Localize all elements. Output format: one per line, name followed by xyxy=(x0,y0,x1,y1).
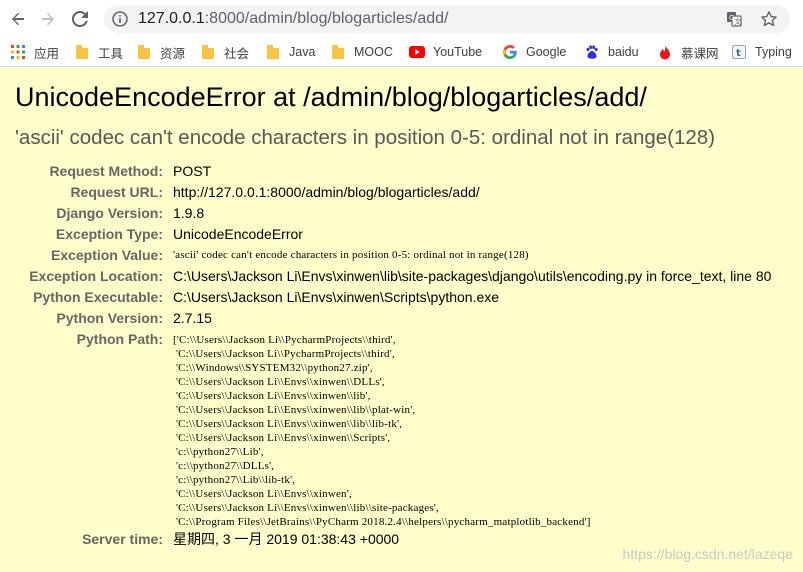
bookmark-folder-mooc[interactable]: MOOC xyxy=(330,42,393,62)
back-arrow-icon xyxy=(12,12,24,26)
bookmark-label: MOOC xyxy=(354,45,393,59)
meta-row-request-url: Request URL: http://127.0.0.1:8000/admin… xyxy=(12,182,771,203)
meta-value: POST xyxy=(173,163,212,179)
reload-button[interactable] xyxy=(68,7,92,31)
python-path-cell: ['C:\\Users\\Jackson Li\\PycharmProjects… xyxy=(173,329,771,529)
error-title: UnicodeEncodeError at /admin/blog/blogar… xyxy=(15,82,647,112)
bookmark-label: 资源 xyxy=(160,46,186,61)
meta-value: 2.7.15 xyxy=(173,310,212,326)
forward-button[interactable] xyxy=(36,7,60,31)
bookmark-label: 应用 xyxy=(34,46,60,61)
meta-label: Request Method: xyxy=(49,163,163,179)
meta-label: Server time: xyxy=(82,531,163,547)
bookmark-label: 工具 xyxy=(98,46,124,61)
folder-icon xyxy=(200,44,216,60)
meta-row-django-version: Django Version: 1.9.8 xyxy=(12,203,771,224)
request-meta-table: Request Method: POST Request URL: http:/… xyxy=(12,161,771,550)
meta-row-request-method: Request Method: POST xyxy=(12,161,771,182)
svg-text:t: t xyxy=(736,48,741,59)
meta-label: Exception Value: xyxy=(50,247,163,263)
browser-chrome: 127.0.0.1:8000/admin/blog/blogarticles/a… xyxy=(0,0,803,68)
error-subtitle: 'ascii' codec can't encode characters in… xyxy=(15,126,716,149)
bookmark-label: Google xyxy=(526,45,567,59)
meta-value: C:\Users\Jackson Li\Envs\xinwen\Scripts\… xyxy=(173,289,500,305)
bookmark-label: 社会 xyxy=(224,46,250,61)
meta-label: Python Executable: xyxy=(33,289,163,305)
meta-value: UnicodeEncodeError xyxy=(173,226,303,242)
meta-row-python-path: Python Path: ['C:\\Users\\Jackson Li\\Py… xyxy=(12,329,771,529)
svg-text:文: 文 xyxy=(734,17,741,26)
meta-value: 'ascii' codec can't encode characters in… xyxy=(173,249,529,261)
youtube-icon xyxy=(409,44,425,60)
meta-value: C:\Users\Jackson Li\Envs\xinwen\lib\site… xyxy=(173,268,772,284)
bookmark-label: Java xyxy=(289,45,316,59)
bookmark-typing[interactable]: t Typing xyxy=(731,42,792,62)
bookmark-label: Typing xyxy=(755,45,792,59)
meta-label: Python Version: xyxy=(56,310,163,326)
bookmark-folder-society[interactable]: 社会 xyxy=(200,42,249,62)
watermark: https://blog.csdn.net/lazeqe xyxy=(622,546,793,562)
baidu-paw-icon xyxy=(584,44,600,60)
meta-row-exception-location: Exception Location: C:\Users\Jackson Li\… xyxy=(12,266,771,287)
folder-icon xyxy=(330,44,346,60)
meta-label: Exception Type: xyxy=(55,226,163,242)
url-host: 127.0.0.1 xyxy=(138,10,205,27)
address-bar[interactable]: 127.0.0.1:8000/admin/blog/blogarticles/a… xyxy=(104,5,790,33)
reload-icon xyxy=(72,11,88,27)
bookmark-google[interactable]: Google xyxy=(502,42,566,62)
bookmark-label: YouTube xyxy=(433,45,483,59)
django-error-page: UnicodeEncodeError at /admin/blog/blogar… xyxy=(0,68,803,572)
meta-row-exception-value: Exception Value: 'ascii' codec can't enc… xyxy=(12,245,771,266)
folder-icon xyxy=(265,44,281,60)
back-button[interactable] xyxy=(6,7,30,31)
translate-icon[interactable]: G文 xyxy=(726,11,742,32)
meta-value: http://127.0.0.1:8000/admin/blog/blogart… xyxy=(173,184,480,200)
imooc-flame-icon xyxy=(657,44,673,60)
google-icon xyxy=(502,44,518,60)
meta-label: Python Path: xyxy=(76,331,163,347)
url-path: :8000/admin/blog/blogarticles/add/ xyxy=(204,10,449,27)
bookmark-youtube[interactable]: YouTube xyxy=(409,42,482,62)
url-text[interactable]: 127.0.0.1:8000/admin/blog/blogarticles/a… xyxy=(138,10,448,28)
bookmark-folder-tools[interactable]: 工具 xyxy=(74,42,123,62)
meta-row-python-version: Python Version: 2.7.15 xyxy=(12,308,771,329)
bookmark-label: 慕课网 xyxy=(681,46,719,61)
info-icon[interactable] xyxy=(112,11,128,32)
bookmark-folder-resources[interactable]: 资源 xyxy=(136,42,185,62)
meta-label: Request URL: xyxy=(70,184,163,200)
bookmark-apps[interactable]: 应用 xyxy=(10,42,59,62)
bookmark-star-icon[interactable] xyxy=(760,10,778,33)
typing-icon: t xyxy=(731,44,747,60)
meta-row-python-executable: Python Executable: C:\Users\Jackson Li\E… xyxy=(12,287,771,308)
bookmark-folder-java[interactable]: Java xyxy=(265,42,315,62)
apps-grid-icon xyxy=(10,44,26,60)
folder-icon xyxy=(136,44,152,60)
meta-value: 1.9.8 xyxy=(173,205,205,221)
bookmark-baidu[interactable]: baidu xyxy=(584,42,639,62)
bookmark-label: baidu xyxy=(608,45,639,59)
meta-row-exception-type: Exception Type: UnicodeEncodeError xyxy=(12,224,771,245)
meta-label: Exception Location: xyxy=(29,268,163,284)
meta-label: Django Version: xyxy=(56,205,163,221)
folder-icon xyxy=(74,44,90,60)
bookmarks-bar: 应用 工具 资源 社会 Java MOOC YouTube Google bai… xyxy=(0,38,803,67)
forward-arrow-icon xyxy=(42,12,54,26)
meta-value: ['C:\\Users\\Jackson Li\\PycharmProjects… xyxy=(173,334,591,528)
navigation-bar: 127.0.0.1:8000/admin/blog/blogarticles/a… xyxy=(0,0,803,38)
bookmark-imooc[interactable]: 慕课网 xyxy=(657,42,719,62)
